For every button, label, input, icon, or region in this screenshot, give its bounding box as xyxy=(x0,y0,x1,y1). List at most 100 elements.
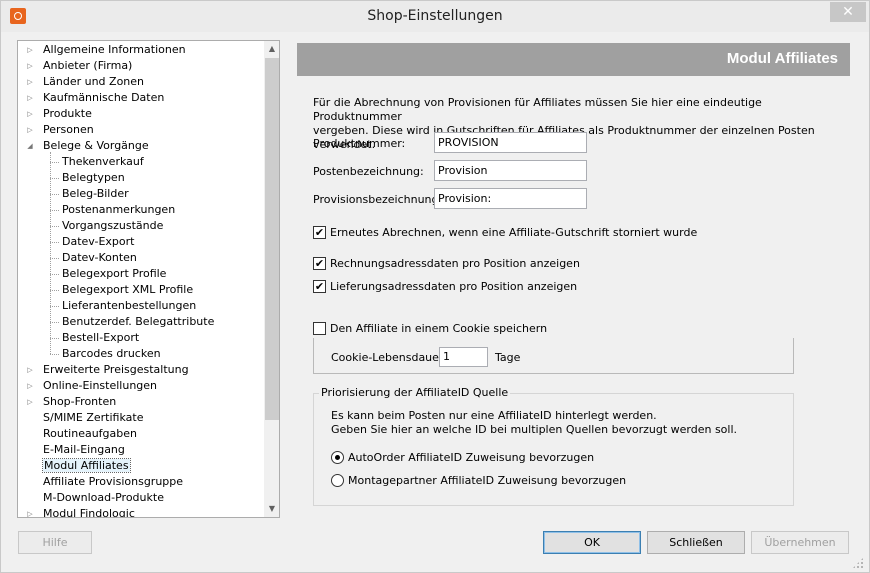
expand-arrow-icon[interactable]: ▷ xyxy=(25,362,35,378)
tree-item[interactable]: Belegtypen xyxy=(62,170,125,186)
tree-item[interactable]: Belegexport XML Profile xyxy=(62,282,193,298)
tree-item[interactable]: M-Download-Produkte xyxy=(43,490,164,506)
tree-item[interactable]: Datev-Konten xyxy=(62,250,137,266)
tree-item-label: Shop-Fronten xyxy=(43,395,117,408)
commission-description-input[interactable]: Provision: xyxy=(434,188,587,209)
tree-guide-line xyxy=(50,274,59,275)
tree-item[interactable]: Modul Affiliates xyxy=(42,458,131,474)
tree-item[interactable]: Vorgangszustände xyxy=(62,218,163,234)
tree-item[interactable]: ◢ Belege & Vorgänge xyxy=(27,138,149,154)
expand-arrow-icon[interactable]: ▷ xyxy=(25,378,35,394)
cookie-checkbox[interactable] xyxy=(313,322,326,335)
tree-item[interactable]: ▷ Erweiterte Preisgestaltung xyxy=(27,362,188,378)
expand-arrow-icon[interactable]: ▷ xyxy=(25,394,35,410)
tree-item-label: Belege & Vorgänge xyxy=(43,139,149,152)
collapse-arrow-icon[interactable]: ◢ xyxy=(25,138,35,154)
help-button[interactable]: Hilfe xyxy=(18,531,92,554)
tree-item-label: S/MIME Zertifikate xyxy=(43,411,144,424)
tree-guide-line xyxy=(50,152,51,354)
tree-item-label: Datev-Export xyxy=(62,235,135,248)
tree-guide-line xyxy=(50,178,59,179)
window-title: Shop-Einstellungen xyxy=(367,8,503,24)
title-bar[interactable]: Shop-Einstellungen ✕ xyxy=(1,1,869,32)
cookie-lifetime-input[interactable]: 1 xyxy=(439,347,488,367)
tree-item[interactable]: ▷ Personen xyxy=(27,122,94,138)
tree-item-label: Personen xyxy=(43,123,94,136)
tree-item[interactable]: ▷ Länder und Zonen xyxy=(27,74,145,90)
tree-item[interactable]: Belegexport Profile xyxy=(62,266,166,282)
expand-arrow-icon[interactable]: ▷ xyxy=(25,122,35,138)
expand-arrow-icon[interactable]: ▷ xyxy=(25,90,35,106)
tree-item-label: Länder und Zonen xyxy=(43,75,145,88)
tree-item-label: Bestell-Export xyxy=(62,331,140,344)
tree-guide-line xyxy=(50,322,59,323)
tree-item-label: Kaufmännische Daten xyxy=(43,91,165,104)
tree-item[interactable]: ▷ Shop-Fronten xyxy=(27,394,117,410)
affiliate-priority-description: Es kann beim Posten nur eine AffiliateID… xyxy=(331,409,737,437)
product-number-label: Produktnummer: xyxy=(313,137,406,150)
tree-item-label: Thekenverkauf xyxy=(62,155,144,168)
tree-item-label: Beleg-Bilder xyxy=(62,187,129,200)
cookie-checkbox-label: Den Affiliate in einem Cookie speichern xyxy=(330,322,548,335)
settings-tree[interactable]: ▷ Allgemeine Informationen ▷ Anbieter (Firm… xyxy=(17,40,280,518)
invoice-address-label: Rechnungsadressdaten pro Position anzeig… xyxy=(330,257,580,270)
rebill-on-cancel-label: Erneutes Abrechnen, wenn eine Affiliate-… xyxy=(330,226,698,239)
tree-item[interactable]: Thekenverkauf xyxy=(62,154,144,170)
apply-button[interactable]: Übernehmen xyxy=(751,531,849,554)
invoice-address-checkbox[interactable]: ✔ xyxy=(313,257,326,270)
affiliate-priority-legend: Priorisierung der AffiliateID Quelle xyxy=(319,386,511,399)
tree-item[interactable]: Lieferantenbestellungen xyxy=(62,298,196,314)
item-description-input[interactable]: Provision xyxy=(434,160,587,181)
tree-guide-line xyxy=(50,354,59,355)
tree-item[interactable]: ▷ Online-Einstellungen xyxy=(27,378,158,394)
tree-item[interactable]: Postenanmerkungen xyxy=(62,202,175,218)
tree-guide-line xyxy=(50,338,59,339)
tree-item-label: Anbieter (Firma) xyxy=(43,59,133,72)
tree-item-label: Online-Einstellungen xyxy=(43,379,158,392)
expand-arrow-icon[interactable]: ▷ xyxy=(25,58,35,74)
tree-scrollbar[interactable]: ▲ ▼ xyxy=(264,41,279,517)
tree-item-label: Postenanmerkungen xyxy=(62,203,176,216)
tree-item[interactable]: ▷ Modul Findologic xyxy=(27,506,135,517)
tree-item[interactable]: Bestell-Export xyxy=(62,330,139,346)
scroll-up-arrow-icon[interactable]: ▲ xyxy=(264,41,279,57)
tree-item[interactable]: Datev-Export xyxy=(62,234,134,250)
tree-item[interactable]: Affiliate Provisionsgruppe xyxy=(43,474,183,490)
rebill-on-cancel-checkbox[interactable]: ✔ xyxy=(313,226,326,239)
tree-item[interactable]: Routineaufgaben xyxy=(43,426,137,442)
tree-item-label: Allgemeine Informationen xyxy=(43,43,186,56)
product-number-input[interactable]: PROVISION xyxy=(434,132,587,153)
tree-item[interactable]: Benutzerdef. Belegattribute xyxy=(62,314,214,330)
montagepartner-radio-label: Montagepartner AffiliateID Zuweisung bev… xyxy=(348,474,627,487)
expand-arrow-icon[interactable]: ▷ xyxy=(25,106,35,122)
description-line-1: Für die Abrechnung von Provisionen für A… xyxy=(313,96,762,123)
tree-item-label: Modul Affiliates xyxy=(42,458,131,473)
tree-list: ▷ Allgemeine Informationen ▷ Anbieter (Firm… xyxy=(18,41,264,517)
tree-item-label: Belegexport Profile xyxy=(62,267,167,280)
tree-item[interactable]: ▷ Kaufmännische Daten xyxy=(27,90,165,106)
expand-arrow-icon[interactable]: ▷ xyxy=(25,42,35,58)
tree-item[interactable]: S/MIME Zertifikate xyxy=(43,410,143,426)
ok-button[interactable]: OK xyxy=(543,531,641,554)
montagepartner-radio[interactable] xyxy=(331,474,344,487)
scroll-thumb[interactable] xyxy=(265,58,279,420)
window-close-button[interactable]: ✕ xyxy=(830,2,866,22)
expand-arrow-icon[interactable]: ▷ xyxy=(25,506,35,517)
panel-header: Modul Affiliates xyxy=(297,43,850,76)
tree-item[interactable]: ▷ Allgemeine Informationen xyxy=(27,42,186,58)
tree-item[interactable]: ▷ Anbieter (Firma) xyxy=(27,58,133,74)
tree-item[interactable]: ▷ Produkte xyxy=(27,106,92,122)
cookie-lifetime-label: Cookie-Lebensdauer: xyxy=(331,351,447,364)
tree-item-label: M-Download-Produkte xyxy=(43,491,164,504)
delivery-address-checkbox[interactable]: ✔ xyxy=(313,280,326,293)
scroll-down-arrow-icon[interactable]: ▼ xyxy=(264,501,279,517)
tree-guide-line xyxy=(50,290,59,291)
tree-item[interactable]: Barcodes drucken xyxy=(62,346,161,362)
expand-arrow-icon[interactable]: ▷ xyxy=(25,74,35,90)
delivery-address-label: Lieferungsadressdaten pro Position anzei… xyxy=(330,280,578,293)
autoorder-radio[interactable] xyxy=(331,451,344,464)
close-button[interactable]: Schließen xyxy=(647,531,745,554)
resize-grip-icon[interactable] xyxy=(852,557,864,569)
tree-item[interactable]: Beleg-Bilder xyxy=(62,186,129,202)
tree-item[interactable]: E-Mail-Eingang xyxy=(43,442,125,458)
